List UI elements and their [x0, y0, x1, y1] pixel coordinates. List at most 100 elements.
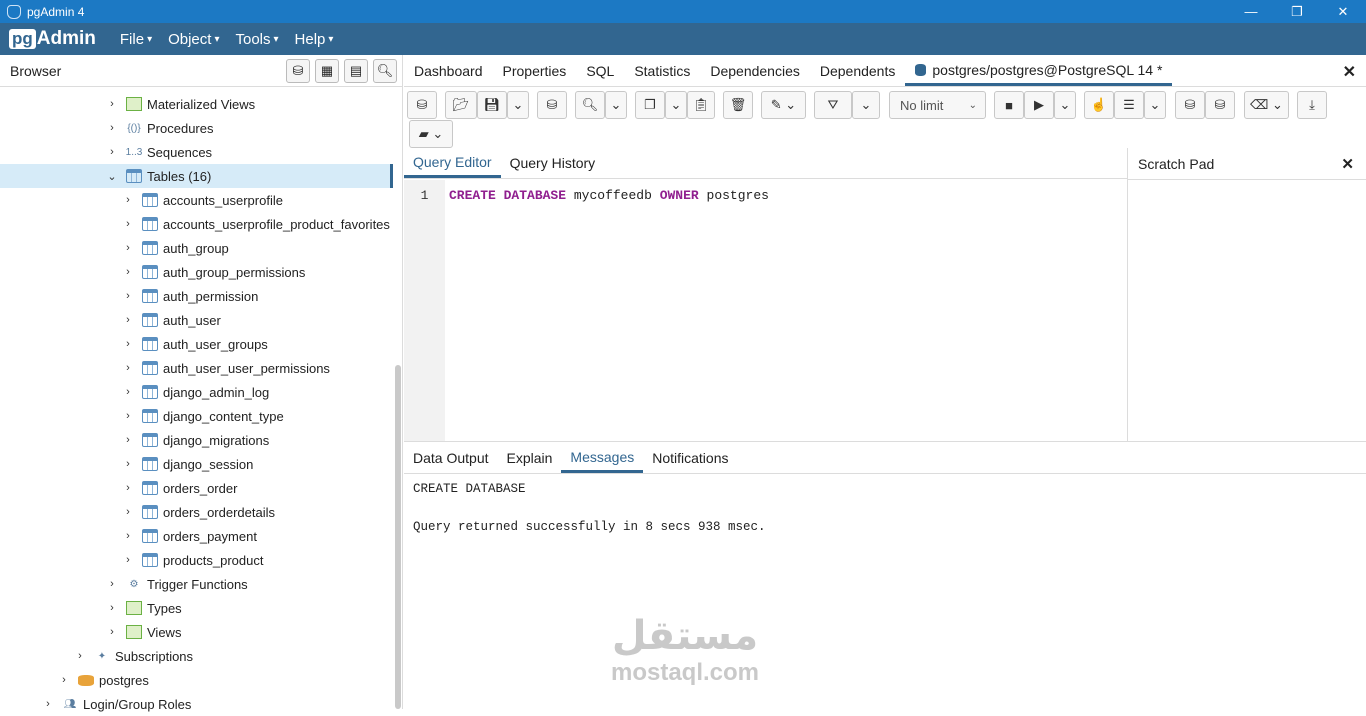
chevron-right-icon[interactable]: ›: [122, 338, 134, 350]
find-options-dropdown[interactable]: ⌄: [605, 91, 627, 119]
delete-rows-button[interactable]: 🗑︎: [723, 91, 753, 119]
chevron-right-icon[interactable]: ›: [42, 698, 54, 710]
chevron-right-icon[interactable]: ›: [106, 122, 118, 134]
tree-item[interactable]: › ✦ Subscriptions: [0, 644, 393, 668]
chevron-down-icon[interactable]: ⌄: [106, 170, 118, 183]
tree-item[interactable]: › auth_user_groups: [0, 332, 393, 356]
chevron-right-icon[interactable]: ›: [122, 314, 134, 326]
restore-button[interactable]: ❐: [1274, 0, 1320, 23]
tab-notifications[interactable]: Notifications: [643, 443, 737, 473]
tab-messages[interactable]: Messages: [561, 443, 644, 473]
tab-query-tool[interactable]: postgres/postgres@PostgreSQL 14 *: [905, 56, 1173, 86]
chevron-right-icon[interactable]: ›: [122, 530, 134, 542]
execute-button[interactable]: ▶: [1024, 91, 1054, 119]
macros-button[interactable]: ▰ ⌄: [409, 120, 453, 148]
tab-dashboard[interactable]: Dashboard: [404, 56, 493, 86]
menu-tools[interactable]: Tools ▾: [235, 31, 278, 48]
minimize-button[interactable]: —: [1228, 0, 1274, 23]
chevron-right-icon[interactable]: ›: [106, 626, 118, 638]
copy-button[interactable]: ❐: [635, 91, 665, 119]
chevron-right-icon[interactable]: ›: [122, 434, 134, 446]
explain-analyze-button[interactable]: ☰: [1114, 91, 1144, 119]
tree-item[interactable]: › ⚙ Trigger Functions: [0, 572, 393, 596]
explain-button[interactable]: ☝: [1084, 91, 1114, 119]
tree-item[interactable]: › auth_permission: [0, 284, 393, 308]
chevron-right-icon[interactable]: ›: [122, 362, 134, 374]
chevron-right-icon[interactable]: ›: [122, 266, 134, 278]
tree-item[interactable]: › Types: [0, 596, 393, 620]
tree-item[interactable]: › Views: [0, 620, 393, 644]
chevron-right-icon[interactable]: ›: [122, 194, 134, 206]
view-data-button[interactable]: ▦: [315, 58, 339, 83]
tree-item[interactable]: › accounts_userprofile: [0, 188, 393, 212]
chevron-right-icon[interactable]: ›: [122, 554, 134, 566]
tree-item[interactable]: › 1..3 Sequences: [0, 140, 393, 164]
tab-sql[interactable]: SQL: [576, 56, 624, 86]
tree-item[interactable]: › auth_user_user_permissions: [0, 356, 393, 380]
chevron-right-icon[interactable]: ›: [122, 482, 134, 494]
menu-object[interactable]: Object ▾: [168, 31, 219, 48]
execute-options-dropdown[interactable]: ⌄: [1054, 91, 1076, 119]
tab-query-editor[interactable]: Query Editor: [404, 148, 501, 178]
tree-item[interactable]: › orders_order: [0, 476, 393, 500]
tree-item[interactable]: › django_content_type: [0, 404, 393, 428]
scratch-pad[interactable]: Scratch Pad ✕: [1127, 148, 1366, 441]
close-window-button[interactable]: ✕: [1320, 0, 1366, 23]
chevron-right-icon[interactable]: ›: [122, 458, 134, 470]
tree-item[interactable]: › accounts_userprofile_product_favorites: [0, 212, 393, 236]
tab-dependencies[interactable]: Dependencies: [700, 56, 810, 86]
edit-button[interactable]: ✎ ⌄: [761, 91, 806, 119]
chevron-right-icon[interactable]: ›: [122, 386, 134, 398]
explain-options-dropdown[interactable]: ⌄: [1144, 91, 1166, 119]
download-csv-button[interactable]: ⤓: [1297, 91, 1327, 119]
tree-item[interactable]: › {()} Procedures: [0, 116, 393, 140]
tree-item[interactable]: › orders_orderdetails: [0, 500, 393, 524]
tree-item[interactable]: › Materialized Views: [0, 92, 393, 116]
save-options-dropdown[interactable]: ⌄: [507, 91, 529, 119]
chevron-right-icon[interactable]: ›: [106, 602, 118, 614]
paste-button[interactable]: 📋︎: [687, 91, 715, 119]
database-connection-button[interactable]: ⛁: [407, 91, 437, 119]
sql-editor[interactable]: CREATE DATABASE mycoffeedb OWNER postgre…: [449, 188, 769, 203]
tree-item[interactable]: › postgres: [0, 668, 393, 692]
chevron-right-icon[interactable]: ›: [58, 674, 70, 686]
save-data-changes-button[interactable]: ⛁: [537, 91, 567, 119]
copy-options-dropdown[interactable]: ⌄: [665, 91, 687, 119]
chevron-right-icon[interactable]: ›: [106, 578, 118, 590]
tree-item[interactable]: › django_migrations: [0, 428, 393, 452]
tab-explain[interactable]: Explain: [498, 443, 562, 473]
tab-data-output[interactable]: Data Output: [404, 443, 498, 473]
chevron-right-icon[interactable]: ›: [122, 506, 134, 518]
menu-file[interactable]: File ▾: [120, 31, 152, 48]
find-button[interactable]: 🔍︎: [575, 91, 605, 119]
tree-item[interactable]: › 👥︎ Login/Group Roles: [0, 692, 393, 716]
tree-item[interactable]: › django_session: [0, 452, 393, 476]
tree-item[interactable]: › products_product: [0, 548, 393, 572]
chevron-right-icon[interactable]: ›: [106, 146, 118, 158]
row-limit-select[interactable]: No limit ⌄: [889, 91, 986, 119]
filter-options-dropdown[interactable]: ⌄: [852, 91, 880, 119]
close-scratch-pad-button[interactable]: ✕: [1341, 155, 1354, 173]
chevron-right-icon[interactable]: ›: [122, 218, 134, 230]
commit-button[interactable]: ⛁: [1175, 91, 1205, 119]
close-tab-button[interactable]: ✕: [1343, 62, 1356, 82]
chevron-right-icon[interactable]: ›: [74, 650, 86, 662]
browser-scrollbar[interactable]: [395, 365, 401, 709]
tree-item[interactable]: › orders_payment: [0, 524, 393, 548]
open-file-button[interactable]: 📂︎: [445, 91, 477, 119]
menu-help[interactable]: Help ▾: [295, 31, 334, 48]
chevron-right-icon[interactable]: ›: [106, 98, 118, 110]
tab-dependents[interactable]: Dependents: [810, 56, 906, 86]
tab-statistics[interactable]: Statistics: [624, 56, 700, 86]
tab-query-history[interactable]: Query History: [501, 148, 605, 178]
tree-item[interactable]: › auth_user: [0, 308, 393, 332]
stop-query-button[interactable]: ■: [994, 91, 1024, 119]
tree-item[interactable]: › auth_group_permissions: [0, 260, 393, 284]
tab-properties[interactable]: Properties: [493, 56, 577, 86]
chevron-right-icon[interactable]: ›: [122, 242, 134, 254]
clear-button[interactable]: ⌫ ⌄: [1244, 91, 1289, 119]
tree-item[interactable]: › django_admin_log: [0, 380, 393, 404]
chevron-right-icon[interactable]: ›: [122, 410, 134, 422]
save-file-button[interactable]: 💾︎: [477, 91, 507, 119]
tree-item[interactable]: › auth_group: [0, 236, 393, 260]
